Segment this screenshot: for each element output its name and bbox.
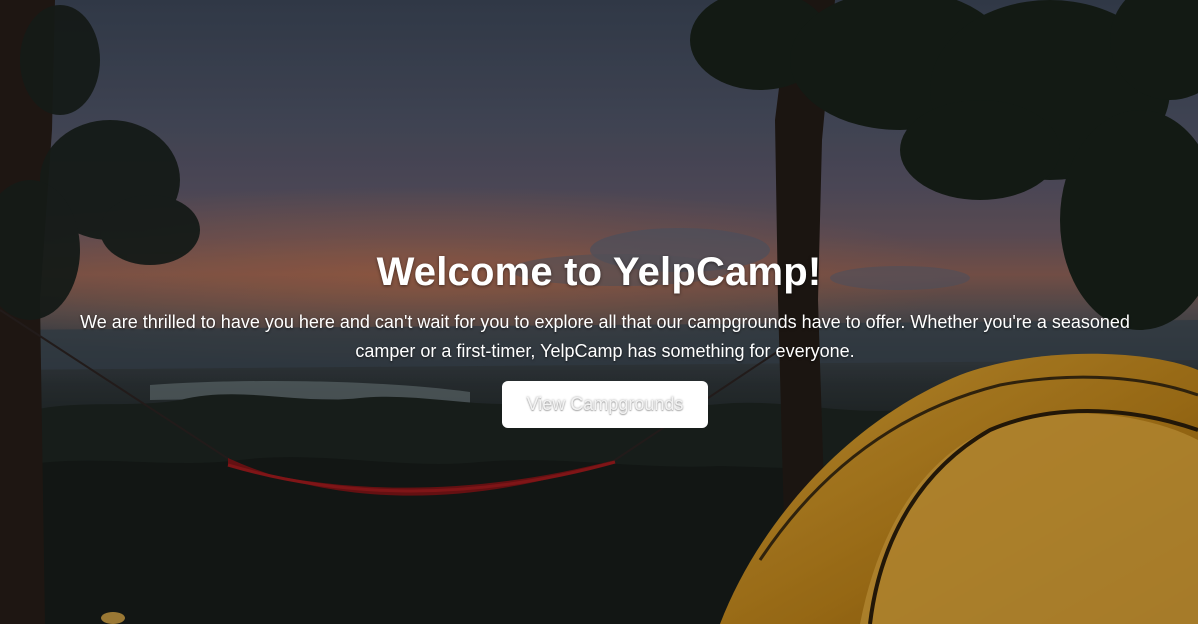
page-title: Welcome to YelpCamp!	[376, 250, 822, 294]
view-campgrounds-button[interactable]: View Campgrounds	[502, 381, 708, 428]
welcome-lead-text: We are thrilled to have you here and can…	[80, 312, 1130, 361]
hero-section: Welcome to YelpCamp! We are thrilled to …	[0, 0, 1198, 624]
hero-content: Welcome to YelpCamp! We are thrilled to …	[0, 0, 1198, 624]
